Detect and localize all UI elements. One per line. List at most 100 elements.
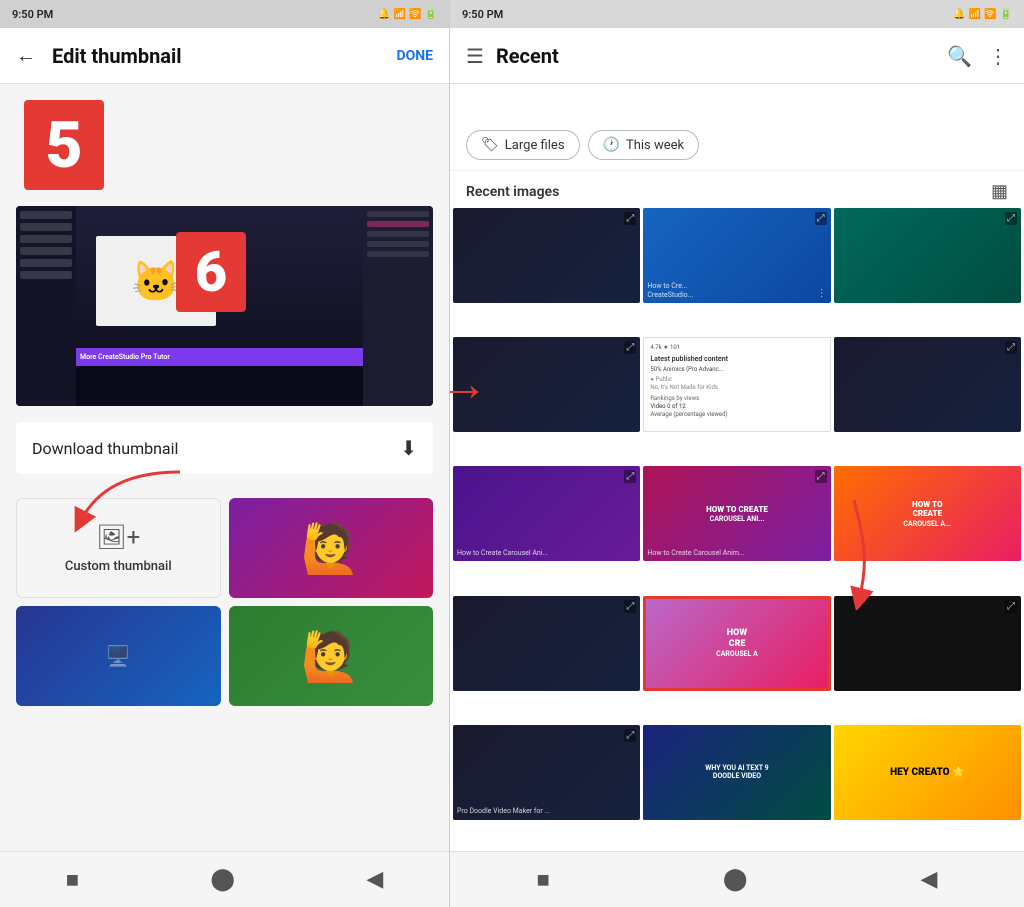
nav-home-icon[interactable]: ⬤ [210, 867, 235, 892]
thumbnail-option-2[interactable]: 🖥️ [16, 606, 221, 706]
battery-icon: 🔋 [425, 9, 437, 20]
image-cell-14[interactable]: ⤢ WHY YOU AI TEXT 9DOODLE VIDEO [643, 725, 830, 820]
right-arrow-annotation [814, 490, 894, 614]
expand-icon-1: ⤢ [624, 212, 636, 225]
right-page-title: Recent [496, 44, 935, 68]
right-nav-square-icon[interactable]: ■ [537, 867, 550, 893]
person-icon-1: 🙋 [301, 520, 361, 577]
grid-toggle-button[interactable]: ▦ [991, 181, 1008, 202]
image-text-2: How to Cre...CreateStudio... [647, 282, 826, 299]
chalk-board-image: WHY YOU AI TEXT 9DOODLE VIDEO [643, 725, 830, 820]
screen-wrapper: 9:50 PM 🔔 📶 🛜 🔋 ← Edit thumbnail DONE 5 [0, 0, 1024, 907]
menu-icon-2: ⋮ [817, 288, 827, 299]
thumbnail-person-purple: 🙋 [229, 498, 434, 598]
right-nav-home-icon[interactable]: ⬤ [723, 867, 748, 892]
left-phone: 9:50 PM 🔔 📶 🛜 🔋 ← Edit thumbnail DONE 5 [0, 0, 450, 907]
image-cell-11-selected[interactable]: ⤢ HOWCRE CAROUSEL A [643, 596, 830, 691]
inter-phone-arrow: → [440, 360, 488, 408]
sidebar-item-2 [20, 223, 72, 231]
more-options-button[interactable]: ⋮ [988, 44, 1008, 68]
expand-icon-10: ⤢ [624, 600, 636, 613]
right-nav-back-icon[interactable]: ◀ [921, 867, 938, 892]
person-icon-2: 🙋 [301, 628, 361, 685]
back-button[interactable]: ← [16, 43, 36, 68]
custom-thumbnail-label: Custom thumbnail [65, 559, 172, 574]
left-status-icons: 🔔 📶 🛜 🔋 [378, 9, 437, 20]
step-5-badge: 5 [24, 100, 104, 190]
done-button[interactable]: DONE [396, 48, 433, 64]
signal-icon: 📶 [394, 9, 406, 20]
image-text-7: How to Create Carousel Ani... [457, 549, 636, 557]
sidebar-item-1 [20, 211, 72, 219]
menu-button[interactable]: ☰ [466, 44, 484, 68]
image-text-13: Pro Doodle Video Maker for ... [457, 807, 636, 815]
editor-bottom-timeline [76, 366, 363, 406]
search-button[interactable]: 🔍 [947, 44, 972, 68]
thumbnail-option-3[interactable]: 🙋 [229, 606, 434, 706]
toolbar-item-4 [367, 241, 429, 247]
info-card-content: 4.7k ★ 101 Latest published content 50% … [650, 344, 823, 420]
red-arrow-custom [40, 462, 220, 542]
step6-container: 6 [450, 84, 1024, 180]
editor-toolbar [363, 206, 433, 406]
expand-icon-6: ⤢ [1005, 341, 1017, 354]
screen-icon: 🖥️ [106, 644, 131, 668]
expand-icon-7: ⤢ [624, 470, 636, 483]
toolbar-item-2 [367, 221, 429, 227]
page-title: Edit thumbnail [52, 44, 384, 68]
right-wifi-icon: 🛜 [984, 9, 996, 20]
step-6-badge: 6 [176, 232, 246, 312]
right-status-bar: 9:50 PM 🔔 📶 🛜 🔋 [450, 0, 1024, 28]
toolbar-item-3 [367, 231, 429, 237]
wifi-icon: 🛜 [409, 9, 421, 20]
image-cell-7[interactable]: ⤢ How to Create Carousel Ani... [453, 466, 640, 561]
carousel-text-overlay: HOW TO CREATE CAROUSEL ANI... [643, 466, 830, 561]
right-status-icons: 🔔 📶 🛜 🔋 [953, 9, 1012, 20]
right-bottom-nav: ■ ⬤ ◀ [450, 851, 1024, 907]
image-cell-8[interactable]: ⤢ HOW TO CREATE CAROUSEL ANI... How to C… [643, 466, 830, 561]
sidebar-item-3 [20, 235, 72, 243]
right-app-bar: ☰ Recent 🔍 ⋮ [450, 28, 1024, 84]
thumbnail-option-1[interactable]: 🙋 [229, 498, 434, 598]
nav-square-icon[interactable]: ■ [66, 867, 79, 893]
image-cell-10[interactable]: ⤢ [453, 596, 640, 691]
right-action-icons: 🔍 ⋮ [947, 44, 1008, 68]
nav-back-icon[interactable]: ◀ [366, 867, 383, 892]
image-cell-1[interactable]: ⤢ [453, 208, 640, 303]
image-cell-6[interactable]: ⤢ [834, 337, 1021, 432]
image-cell-13[interactable]: ⤢ Pro Doodle Video Maker for ... [453, 725, 640, 820]
down-arrow-svg [814, 490, 894, 610]
expand-icon-2: ⤢ [815, 212, 827, 225]
image-cell-5-card[interactable]: 4.7k ★ 101 Latest published content 50% … [643, 337, 830, 432]
right-bluetooth-icon: 🔔 [953, 9, 965, 20]
image-cell-15-creator[interactable]: ⤢ HEY CREATO 🌟 [834, 725, 1021, 820]
sidebar-item-4 [20, 247, 72, 255]
expand-icon-3: ⤢ [1005, 212, 1017, 225]
image-cell-2[interactable]: ⤢ How to Cre...CreateStudio... ⋮ [643, 208, 830, 303]
image-cell-3[interactable]: ⤢ [834, 208, 1021, 303]
expand-icon-12: ⤢ [1005, 600, 1017, 613]
toolbar-item-1 [367, 211, 429, 217]
thumbnail-screen: 🖥️ [16, 606, 221, 706]
purple-bar-text: More CreateStudio Pro Tutor [80, 353, 170, 361]
toolbar-item-5 [367, 251, 429, 257]
sidebar-item-6 [20, 271, 72, 279]
left-time: 9:50 PM [12, 8, 53, 21]
bluetooth-icon: 🔔 [378, 9, 390, 20]
left-bottom-nav: ■ ⬤ ◀ [0, 851, 449, 907]
images-grid: ⤢ ⤢ How to Cre...CreateStudio... ⋮ ⤢ ⤢ 4… [450, 208, 1024, 851]
right-time: 9:50 PM [462, 8, 503, 21]
section-title: Recent images [466, 184, 559, 200]
selected-image-content: HOWCRE CAROUSEL A [646, 599, 827, 688]
right-signal-icon: 📶 [969, 9, 981, 20]
editor-sidebar [16, 206, 76, 406]
download-icon: ⬇ [400, 436, 417, 460]
left-app-bar: ← Edit thumbnail DONE [0, 28, 449, 84]
download-label: Download thumbnail [32, 439, 178, 458]
expand-icon-4: ⤢ [624, 341, 636, 354]
left-status-bar: 9:50 PM 🔔 📶 🛜 🔋 [0, 0, 449, 28]
sidebar-item-5 [20, 259, 72, 267]
right-phone: 9:50 PM 🔔 📶 🛜 🔋 ☰ Recent 🔍 ⋮ 6 [450, 0, 1024, 907]
purple-label-bar: More CreateStudio Pro Tutor [76, 348, 363, 366]
right-battery-icon: 🔋 [1000, 9, 1012, 20]
